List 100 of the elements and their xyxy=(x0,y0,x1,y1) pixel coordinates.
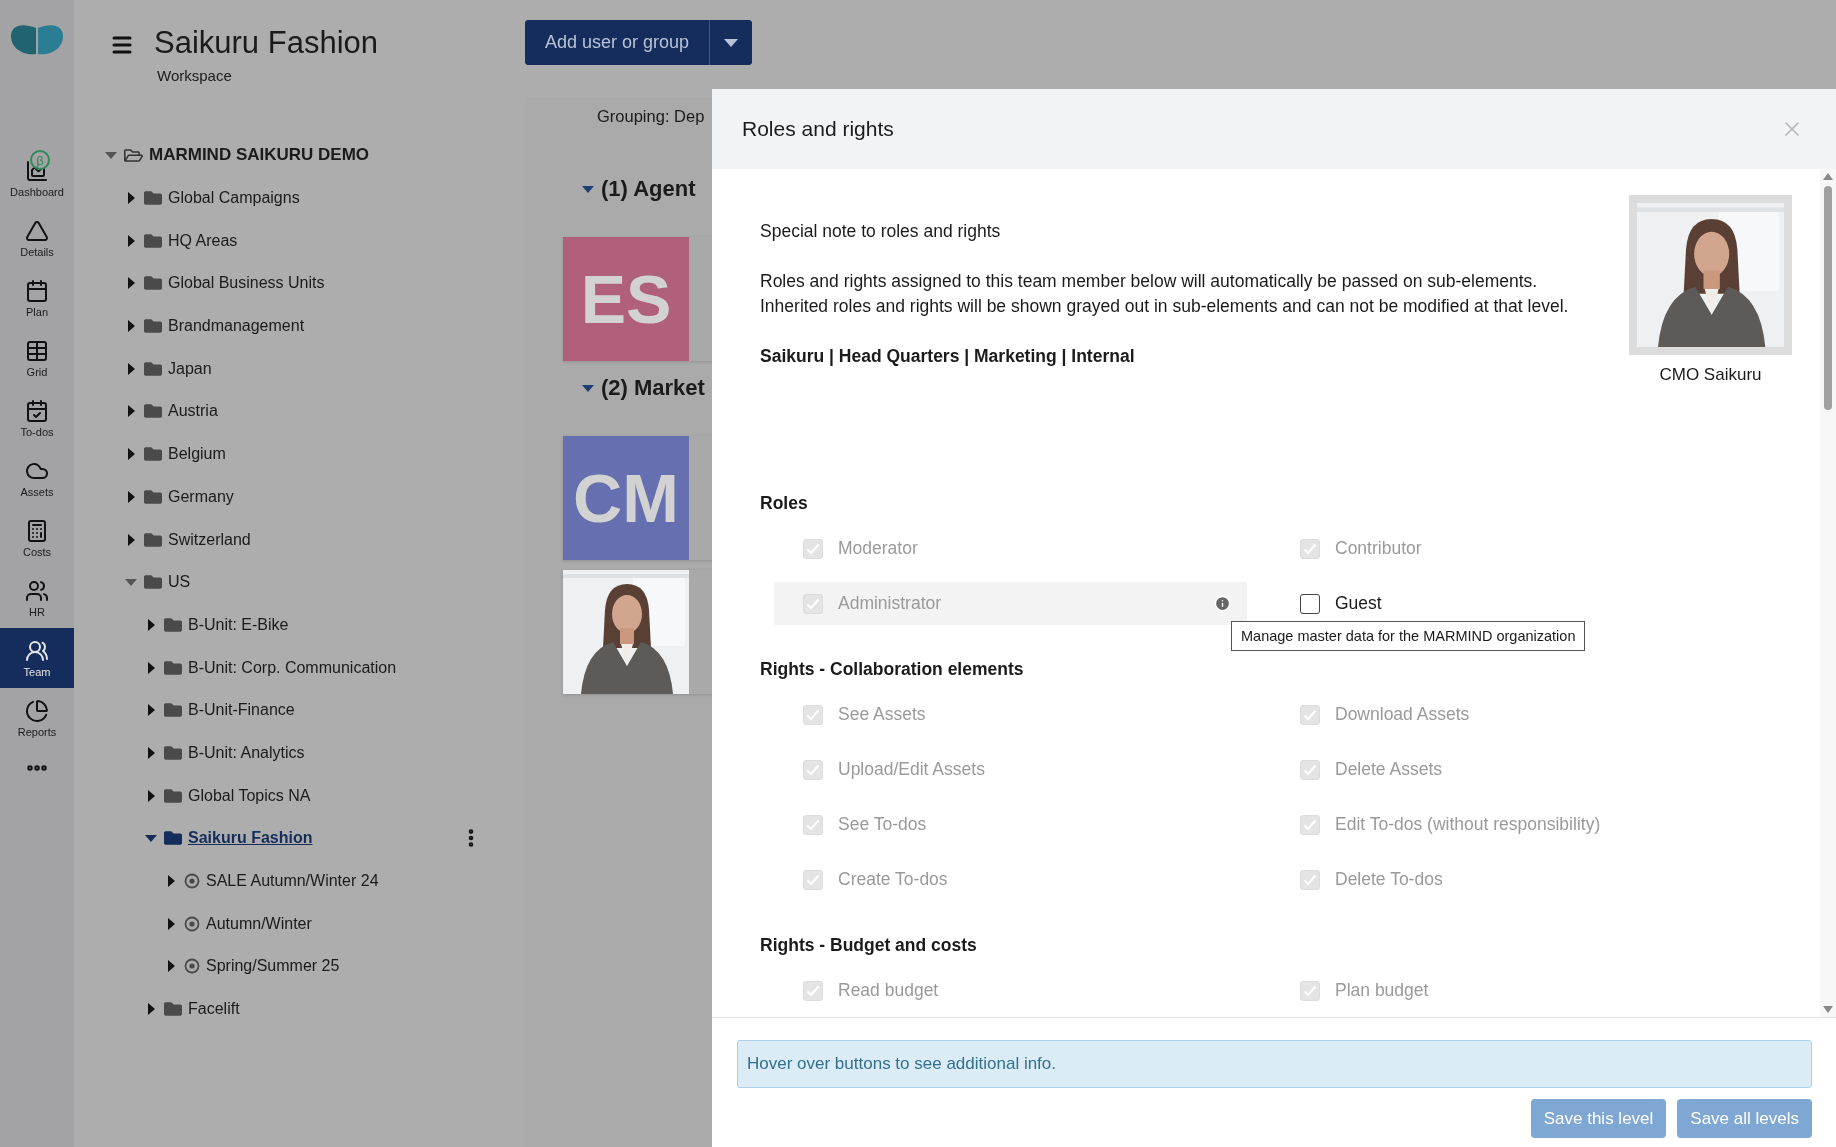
nav-item[interactable]: Costs xyxy=(0,508,74,568)
avatar: CM xyxy=(563,436,689,560)
tree-item[interactable]: Facelift xyxy=(188,1000,240,1019)
nav-label: Team xyxy=(23,665,51,678)
nav-item[interactable]: Plan xyxy=(0,268,74,328)
tree-item[interactable]: B-Unit: Corp. Communication xyxy=(188,658,397,677)
tree-item[interactable]: Austria xyxy=(168,402,218,421)
folder-icon xyxy=(164,615,182,634)
tree-item[interactable]: US xyxy=(168,573,191,592)
folder-icon xyxy=(144,573,162,592)
checkbox-label: Create To-dos xyxy=(838,869,949,890)
photo-caption: CMO Saikuru xyxy=(1659,365,1762,385)
tree-item[interactable]: Spring/Summer 25 xyxy=(206,957,340,976)
folder-icon xyxy=(144,530,162,549)
page-title: Saikuru Fashion xyxy=(154,25,378,61)
tree-item[interactable]: Germany xyxy=(168,487,234,506)
tree-item[interactable]: Switzerland xyxy=(168,530,251,549)
folder-icon xyxy=(144,359,162,378)
tree-item[interactable]: B-Unit: Analytics xyxy=(188,743,305,762)
check-icon xyxy=(1303,708,1317,721)
nav-item[interactable]: Details xyxy=(0,208,74,268)
nav-label: To-dos xyxy=(20,425,54,438)
nav-item[interactable]: HR xyxy=(0,568,74,628)
checkbox-label: Upload/Edit Assets xyxy=(838,759,986,780)
scrollbar-thumb[interactable] xyxy=(1824,186,1832,410)
nav-label: Costs xyxy=(22,545,52,558)
nav-item[interactable]: To-dos xyxy=(0,388,74,448)
folder-icon xyxy=(144,317,162,336)
calculator-icon xyxy=(25,518,49,543)
tree-item[interactable]: Global Topics NA xyxy=(188,786,311,805)
check-icon xyxy=(1303,873,1317,886)
avatar: ES xyxy=(563,237,689,361)
calendar-icon xyxy=(25,278,49,303)
nav-item[interactable]: β Dashboard xyxy=(0,148,74,208)
description-text: Roles and rights assigned to this team member below will automatically be passed on sub-elements. xyxy=(760,270,1539,293)
folder-icon xyxy=(164,1000,182,1019)
checkbox-label: Delete Assets xyxy=(1335,759,1443,780)
group-title: (2) Market xyxy=(601,375,705,401)
tree-item[interactable]: Global Business Units xyxy=(168,274,325,293)
nav-label: Dashboard xyxy=(10,185,64,198)
area-chart-icon xyxy=(25,158,49,183)
calendar-check-icon xyxy=(25,398,49,423)
check-icon xyxy=(1303,542,1317,555)
tree-item[interactable]: B-Unit: E-Bike xyxy=(188,615,289,634)
page-subtitle: Workspace xyxy=(156,67,233,84)
checkbox-label: See To-dos xyxy=(838,814,928,835)
nav-label: Grid xyxy=(26,365,48,378)
table-icon xyxy=(25,338,49,363)
scroll-down-icon[interactable] xyxy=(1823,1006,1833,1013)
nav-item[interactable]: Reports xyxy=(0,688,74,748)
folder-icon xyxy=(164,829,182,848)
checkbox-label: Plan budget xyxy=(1335,980,1430,1001)
nav-item[interactable]: Team xyxy=(0,628,74,688)
folder-icon xyxy=(144,274,162,293)
folder-icon xyxy=(164,658,182,677)
folder-icon xyxy=(144,402,162,421)
triangle-icon xyxy=(25,218,49,243)
tree-item[interactable]: Saikuru Fashion xyxy=(188,829,313,848)
tree-item[interactable]: HQ Areas xyxy=(168,231,238,250)
nav-label: Details xyxy=(20,245,54,258)
tree-root[interactable]: MARMIND SAIKURU DEMO xyxy=(149,145,370,166)
section-title: Rights - Budget and costs xyxy=(760,934,978,957)
check-icon xyxy=(1303,984,1317,997)
check-icon xyxy=(806,542,820,555)
nav-label: HR xyxy=(29,605,45,618)
checkbox-label: Contributor xyxy=(1335,538,1423,559)
check-icon xyxy=(806,984,820,997)
description-text: Inherited roles and rights will be shown grayed out in sub-elements and can not be modified at that level. xyxy=(760,295,1569,318)
note-text: Special note to roles and rights xyxy=(760,220,1002,243)
folder-icon xyxy=(144,231,162,250)
tree-item[interactable]: SALE Autumn/Winter 24 xyxy=(206,872,379,891)
checkbox[interactable] xyxy=(1300,593,1320,614)
folder-icon xyxy=(164,701,182,720)
tree-item[interactable]: Global Campaigns xyxy=(168,189,300,208)
folder-icon xyxy=(164,786,182,805)
check-icon xyxy=(806,818,820,831)
checkbox-label: Delete To-dos xyxy=(1335,869,1444,890)
people-icon xyxy=(25,578,49,603)
check-icon xyxy=(806,597,820,610)
tree-item[interactable]: Autumn/Winter xyxy=(206,914,312,933)
folder-icon xyxy=(144,487,162,506)
pie-chart-icon xyxy=(25,698,49,723)
tree-item[interactable]: Belgium xyxy=(168,445,226,464)
nav-item[interactable]: Grid xyxy=(0,328,74,388)
folder-icon xyxy=(164,743,182,762)
people-icon xyxy=(25,638,49,663)
check-icon xyxy=(806,708,820,721)
grouping-label: Grouping: Dep xyxy=(597,107,706,126)
nav-item[interactable]: Assets xyxy=(0,448,74,508)
check-icon xyxy=(806,873,820,886)
tree-item[interactable]: Brandmanagement xyxy=(168,317,305,336)
scroll-up-icon[interactable] xyxy=(1823,173,1833,180)
tree-item[interactable]: Japan xyxy=(168,359,212,378)
tree-item[interactable]: B-Unit-Finance xyxy=(188,701,295,720)
scrollbar[interactable] xyxy=(1820,169,1836,1017)
check-icon xyxy=(1303,818,1317,831)
add-user-button[interactable]: Add user or group xyxy=(525,20,711,65)
folder-icon xyxy=(144,189,162,208)
checkbox-label: Read budget xyxy=(838,980,940,1001)
target-icon xyxy=(184,915,200,932)
